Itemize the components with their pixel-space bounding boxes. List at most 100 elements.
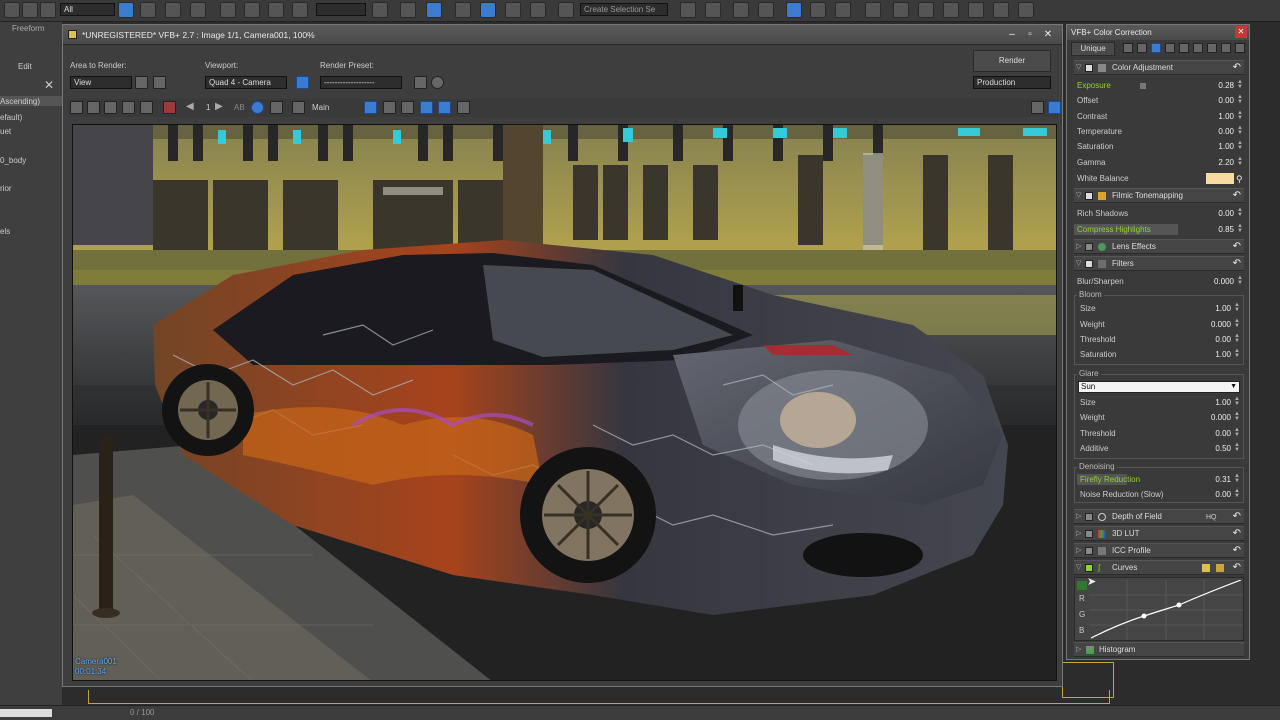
- cc-tool-icon-2[interactable]: [1137, 43, 1147, 53]
- cc-tool-icon-5[interactable]: [1179, 43, 1189, 53]
- white-balance-row[interactable]: White Balance ⚲: [1074, 171, 1244, 186]
- spinner-icon[interactable]: ▲ ▼: [1234, 411, 1240, 423]
- expand-arrow-icon[interactable]: ▷: [1076, 544, 1081, 558]
- expand-arrow-icon[interactable]: ▷: [1076, 527, 1081, 541]
- list-item[interactable]: rior: [0, 184, 12, 193]
- gamma-row[interactable]: Gamma 2.20 ▲ ▼: [1074, 155, 1244, 170]
- copy-icon[interactable]: [104, 101, 117, 114]
- stamp-icon[interactable]: [401, 101, 414, 114]
- viewport-dropdown[interactable]: Quad 4 - Camera: [205, 76, 287, 89]
- close-window-icon[interactable]: ✕: [1041, 28, 1055, 41]
- edit-named-selection-icon[interactable]: [558, 2, 574, 18]
- section-histogram[interactable]: ▷ Histogram: [1074, 642, 1244, 657]
- rectangle-select-icon[interactable]: [165, 2, 181, 18]
- row-value[interactable]: 1.00: [1195, 301, 1231, 316]
- channel-b-button[interactable]: B: [1079, 626, 1084, 635]
- reset-icon[interactable]: ↶: [1233, 240, 1241, 254]
- clear-icon[interactable]: [163, 101, 176, 114]
- spinner-icon[interactable]: ▲ ▼: [1234, 427, 1240, 439]
- compress-highlights-row[interactable]: Compress Highlights 0.85 ▲ ▼: [1074, 222, 1244, 237]
- save-all-icon[interactable]: [87, 101, 100, 114]
- offset-row[interactable]: Offset 0.00 ▲ ▼: [1074, 93, 1244, 108]
- select-object-icon[interactable]: [118, 2, 134, 18]
- schematic-view-icon[interactable]: [810, 2, 826, 18]
- row-value[interactable]: 0.31: [1195, 472, 1231, 487]
- contrast-row[interactable]: Contrast 1.00 ▲ ▼: [1074, 109, 1244, 124]
- section-lens-effects[interactable]: ▷ Lens Effects ↶: [1074, 239, 1244, 254]
- reset-icon[interactable]: ↶: [1233, 561, 1241, 575]
- rotate-icon[interactable]: [244, 2, 260, 18]
- area-to-render-dropdown[interactable]: View: [70, 76, 132, 89]
- spinner-icon[interactable]: ▲ ▼: [1237, 125, 1243, 137]
- angle-snap-icon[interactable]: [480, 2, 496, 18]
- glare-size-row[interactable]: Size 1.00 ▲ ▼: [1077, 395, 1241, 410]
- region-icon[interactable]: [135, 76, 148, 89]
- history-icon[interactable]: [270, 101, 283, 114]
- section-icc-profile[interactable]: ▷ ICC Profile ↶: [1074, 543, 1244, 558]
- color-correction-toggle-icon[interactable]: [364, 101, 377, 114]
- spinner-icon[interactable]: ▲ ▼: [1237, 207, 1243, 219]
- cc-tool-icon-1[interactable]: [1123, 43, 1133, 53]
- spinner-icon[interactable]: ▲ ▼: [1237, 94, 1243, 106]
- render-element-main[interactable]: Main: [312, 103, 329, 112]
- temperature-row[interactable]: Temperature 0.00 ▲ ▼: [1074, 124, 1244, 139]
- render-production-icon[interactable]: [918, 2, 934, 18]
- named-selection-set-dropdown[interactable]: Create Selection Se: [580, 3, 668, 16]
- reset-icon[interactable]: ↶: [1233, 544, 1241, 558]
- redo-icon[interactable]: [22, 2, 38, 18]
- row-value[interactable]: 0.28: [1198, 78, 1234, 93]
- white-balance-swatch[interactable]: [1206, 173, 1234, 184]
- reset-icon[interactable]: ↶: [1233, 189, 1241, 203]
- render-preset-dropdown[interactable]: -------------------: [320, 76, 402, 89]
- row-value[interactable]: 0.000: [1195, 317, 1231, 332]
- list-item[interactable]: uet: [0, 127, 11, 136]
- enable-checkbox[interactable]: [1085, 243, 1093, 251]
- render-in-cloud-icon[interactable]: [1018, 2, 1034, 18]
- material-editor-icon[interactable]: [835, 2, 851, 18]
- load-curve-icon[interactable]: [1216, 564, 1224, 572]
- spinner-icon[interactable]: ▲ ▼: [1237, 140, 1243, 152]
- render-elements-icon[interactable]: [292, 101, 305, 114]
- enable-checkbox[interactable]: [1085, 564, 1093, 572]
- spinner-icon[interactable]: ▲ ▼: [1234, 348, 1240, 360]
- enable-checkbox[interactable]: [1085, 547, 1093, 555]
- expand-arrow-icon[interactable]: ▷: [1076, 240, 1081, 254]
- edit-menu[interactable]: Edit: [18, 62, 32, 71]
- selection-filter-dropdown[interactable]: All: [60, 3, 115, 16]
- blur-sharpen-row[interactable]: Blur/Sharpen 0.000 ▲ ▼: [1074, 274, 1244, 289]
- align-icon[interactable]: [705, 2, 721, 18]
- cc-title-bar[interactable]: VFB+ Color Correction ✕: [1067, 25, 1249, 40]
- print-icon[interactable]: [140, 101, 153, 114]
- bloom-threshold-row[interactable]: Threshold 0.00 ▲ ▼: [1077, 332, 1241, 347]
- row-value[interactable]: 1.00: [1198, 139, 1234, 154]
- cc-tool-icon-8[interactable]: [1221, 43, 1231, 53]
- saturation-row[interactable]: Saturation 1.00 ▲ ▼: [1074, 139, 1244, 154]
- cc-tool-icon-9[interactable]: [1235, 43, 1245, 53]
- unique-button[interactable]: Unique: [1071, 42, 1115, 56]
- ab-compare-icon[interactable]: [251, 101, 264, 114]
- spinner-icon[interactable]: ▲ ▼: [1234, 333, 1240, 345]
- curve-point[interactable]: [1176, 602, 1182, 608]
- track-bar[interactable]: [0, 709, 52, 717]
- link-icon[interactable]: [40, 2, 56, 18]
- row-value[interactable]: 0.000: [1198, 274, 1234, 289]
- row-value[interactable]: 0.00: [1198, 206, 1234, 221]
- section-3d-lut[interactable]: ▷ 3D LUT ↶: [1074, 526, 1244, 541]
- slider-handle[interactable]: [1140, 83, 1146, 89]
- section-color-adjustment[interactable]: ▽ Color Adjustment ↶: [1074, 60, 1244, 75]
- spinner-snap-icon[interactable]: [530, 2, 546, 18]
- channel-all-button[interactable]: [1077, 581, 1087, 590]
- mirror-icon[interactable]: [680, 2, 696, 18]
- move-icon[interactable]: [220, 2, 236, 18]
- zoom-icon[interactable]: [438, 101, 451, 114]
- row-value[interactable]: 1.00: [1198, 109, 1234, 124]
- bloom-saturation-row[interactable]: Saturation 1.00 ▲ ▼: [1077, 347, 1241, 362]
- render-button[interactable]: Render: [973, 50, 1051, 72]
- close-icon[interactable]: ✕: [1235, 26, 1247, 38]
- reference-coordinate-dropdown[interactable]: [316, 3, 366, 16]
- spinner-icon[interactable]: ▲ ▼: [1237, 156, 1243, 168]
- enable-checkbox[interactable]: [1085, 64, 1093, 72]
- fit-view-icon[interactable]: [420, 101, 433, 114]
- toggle-ribbon-icon[interactable]: [758, 2, 774, 18]
- list-item[interactable]: 0_body: [0, 156, 26, 165]
